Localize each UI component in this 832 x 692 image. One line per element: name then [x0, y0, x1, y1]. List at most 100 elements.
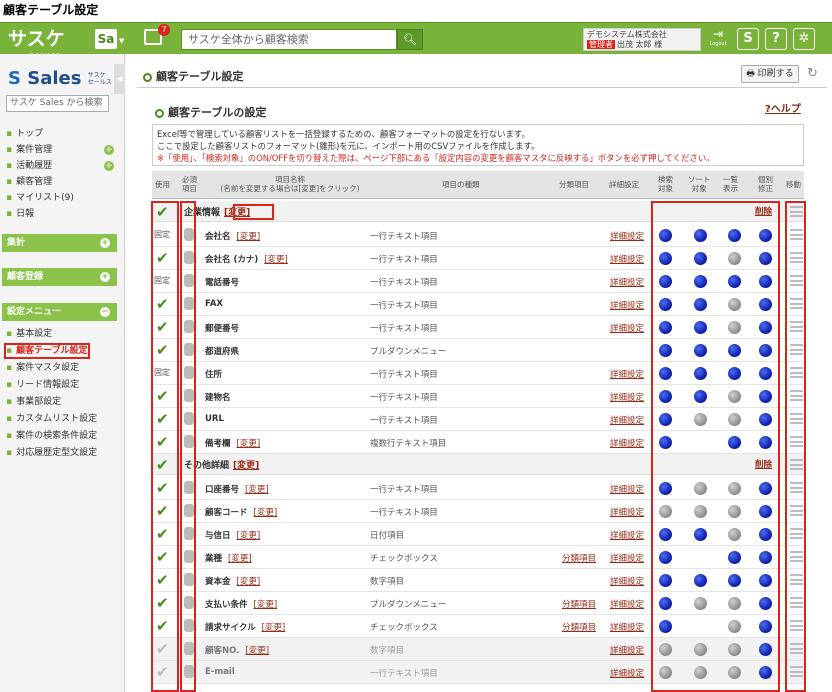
checkmark-icon[interactable]: ✔: [156, 204, 169, 220]
drag-handle-icon[interactable]: [790, 344, 803, 355]
drag-handle-icon[interactable]: [790, 666, 803, 677]
indiv-toggle[interactable]: [759, 321, 772, 334]
list-toggle[interactable]: [728, 597, 741, 610]
drag-handle-icon[interactable]: [790, 459, 803, 470]
indiv-toggle[interactable]: [759, 528, 772, 541]
checkmark-icon[interactable]: ✔: [156, 342, 169, 358]
drag-handle-icon[interactable]: [790, 252, 803, 263]
checkmark-icon[interactable]: ✔: [156, 411, 169, 427]
detail-settings-link[interactable]: 詳細設定: [610, 552, 644, 564]
required-toggle-icon[interactable]: [184, 665, 194, 678]
detail-settings-link[interactable]: 詳細設定: [610, 506, 644, 518]
list-toggle[interactable]: [728, 528, 741, 541]
required-toggle-icon[interactable]: [184, 366, 194, 379]
sidebar-section-touroku[interactable]: 顧客登録 +: [2, 268, 117, 286]
sidebar-collapse-button[interactable]: ◀: [114, 64, 125, 94]
logout-button[interactable]: ⇥ Logout: [707, 28, 729, 50]
list-toggle[interactable]: [728, 229, 741, 242]
plus-icon[interactable]: +: [104, 145, 114, 155]
search-toggle[interactable]: [659, 574, 672, 587]
search-toggle[interactable]: [659, 505, 672, 518]
detail-settings-link[interactable]: 詳細設定: [610, 299, 644, 311]
drag-handle-icon[interactable]: [790, 275, 803, 286]
sidebar-item[interactable]: ▪ 案件の検索条件設定: [6, 428, 118, 444]
sidebar-search-input[interactable]: サスケ Sales から検索: [6, 95, 109, 112]
search-toggle[interactable]: [659, 275, 672, 288]
drag-handle-icon[interactable]: [790, 528, 803, 539]
sort-toggle[interactable]: [694, 482, 707, 495]
sales-logo[interactable]: S Sales サスケ セールス: [8, 68, 112, 89]
indiv-toggle[interactable]: [759, 436, 772, 449]
checkmark-icon[interactable]: ✔: [156, 664, 169, 680]
drag-handle-icon[interactable]: [790, 413, 803, 424]
required-toggle-icon[interactable]: [184, 228, 194, 241]
indiv-toggle[interactable]: [759, 505, 772, 518]
detail-settings-link[interactable]: 詳細設定: [610, 414, 644, 426]
sidebar-item[interactable]: ▪ 事業部設定: [6, 394, 118, 410]
detail-settings-link[interactable]: 詳細設定: [610, 322, 644, 334]
detail-settings-link[interactable]: 詳細設定: [610, 483, 644, 495]
drag-handle-icon[interactable]: [790, 505, 803, 516]
bunrui-link[interactable]: 分類項目: [562, 598, 596, 610]
list-toggle[interactable]: [728, 252, 741, 265]
sort-toggle[interactable]: [694, 252, 707, 265]
indiv-toggle[interactable]: [759, 482, 772, 495]
change-link[interactable]: [変更]: [254, 508, 278, 518]
list-toggle[interactable]: [728, 574, 741, 587]
change-link[interactable]: [変更]: [237, 232, 261, 242]
bunrui-link[interactable]: 分類項目: [562, 552, 596, 564]
list-toggle[interactable]: [728, 344, 741, 357]
checkmark-icon[interactable]: ✔: [156, 480, 169, 496]
detail-settings-link[interactable]: 詳細設定: [610, 575, 644, 587]
indiv-toggle[interactable]: [759, 666, 772, 679]
change-link[interactable]: [変更]: [237, 439, 261, 449]
sort-toggle[interactable]: [694, 574, 707, 587]
list-toggle[interactable]: [728, 551, 741, 564]
sort-toggle[interactable]: [694, 390, 707, 403]
change-link[interactable]: [変更]: [254, 600, 278, 610]
list-toggle[interactable]: [728, 505, 741, 518]
list-toggle[interactable]: [728, 298, 741, 311]
search-toggle[interactable]: [659, 252, 672, 265]
detail-settings-link[interactable]: 詳細設定: [610, 230, 644, 242]
global-search-input[interactable]: サスケ全体から顧客検索: [181, 29, 397, 50]
search-toggle[interactable]: [659, 436, 672, 449]
sort-toggle[interactable]: [694, 643, 707, 656]
gear-icon[interactable]: ✲: [793, 28, 815, 50]
search-toggle[interactable]: [659, 528, 672, 541]
drag-handle-icon[interactable]: [790, 321, 803, 332]
indiv-toggle[interactable]: [759, 367, 772, 380]
sort-toggle[interactable]: [694, 505, 707, 518]
checkmark-icon[interactable]: ✔: [156, 641, 169, 657]
change-link[interactable]: [変更]: [237, 531, 261, 541]
change-link[interactable]: [変更]: [245, 646, 269, 656]
sidebar-item-active[interactable]: ▪ 顧客テーブル設定: [4, 343, 90, 359]
indiv-toggle[interactable]: [759, 390, 772, 403]
indiv-toggle[interactable]: [759, 275, 772, 288]
list-toggle[interactable]: [728, 321, 741, 334]
checkmark-icon[interactable]: ✔: [156, 526, 169, 542]
detail-settings-link[interactable]: 詳細設定: [610, 368, 644, 380]
required-toggle-icon[interactable]: [184, 435, 194, 448]
detail-settings-link[interactable]: 詳細設定: [610, 391, 644, 403]
drag-handle-icon[interactable]: [790, 574, 803, 585]
required-toggle-icon[interactable]: [184, 642, 194, 655]
drag-handle-icon[interactable]: [790, 551, 803, 562]
sidebar-item[interactable]: ▪ マイリスト(9): [6, 190, 118, 206]
list-toggle[interactable]: [728, 666, 741, 679]
delete-link[interactable]: 削除: [755, 205, 772, 217]
change-link[interactable]: [変更]: [228, 554, 252, 564]
list-toggle[interactable]: [728, 482, 741, 495]
required-toggle-icon[interactable]: [184, 251, 194, 264]
user-info[interactable]: デモシステム株式会社 管理者 出茂 太郎 様: [583, 28, 701, 51]
required-toggle-icon[interactable]: [184, 596, 194, 609]
list-toggle[interactable]: [728, 390, 741, 403]
drag-handle-icon[interactable]: [790, 367, 803, 378]
search-toggle[interactable]: [659, 344, 672, 357]
search-toggle[interactable]: [659, 551, 672, 564]
checkmark-icon[interactable]: ✔: [156, 595, 169, 611]
checkmark-icon[interactable]: ✔: [156, 388, 169, 404]
drag-handle-icon[interactable]: [790, 620, 803, 631]
sidebar-item[interactable]: ▪ カスタムリスト設定: [6, 411, 118, 427]
sort-toggle[interactable]: [694, 275, 707, 288]
